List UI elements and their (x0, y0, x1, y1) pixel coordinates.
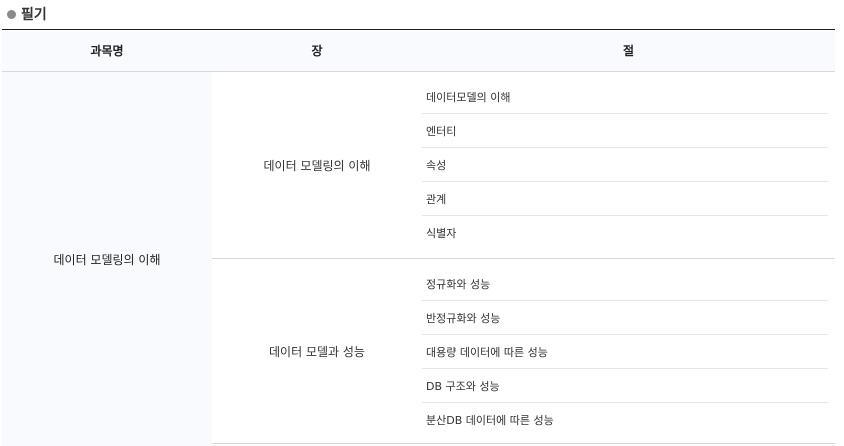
section-item: 데이터모델의 이해 (422, 80, 828, 114)
chapter-label: 데이터 모델과 성능 (269, 344, 365, 359)
section-item: 대용량 데이터에 따른 성능 (422, 335, 828, 369)
column-header-subject: 과목명 (90, 44, 124, 58)
section-list: 데이터모델의 이해 엔터티 속성 관계 식별자 (422, 80, 828, 250)
chapter-row: 데이터 모델링의 이해 데이터모델의 이해 엔터티 속성 관계 식별자 (212, 72, 835, 259)
bullet-icon (7, 9, 16, 19)
section-item: 반정규화와 성능 (422, 301, 828, 335)
curriculum-table: 과목명 장 절 데이터 모델링의 이해 데이터 모델링의 이해 데이터모델의 이… (2, 29, 835, 446)
section-item: 식별자 (426, 227, 457, 240)
section-item: 분산DB 데이터에 따른 성능 (426, 414, 554, 427)
section-item: 정규화와 성능 (422, 267, 828, 301)
section-item: 관계 (422, 182, 828, 216)
table-header: 과목명 장 절 (2, 30, 835, 72)
section-item: 속성 (422, 148, 828, 182)
column-header-section: 절 (622, 44, 635, 58)
subject-cell: 데이터 모델링의 이해 (2, 72, 212, 446)
chapter-label: 데이터 모델링의 이해 (263, 158, 371, 173)
section-title: 필기 (21, 7, 47, 23)
section-list: 정규화와 성능 반정규화와 성능 대용량 데이터에 따른 성능 DB 구조와 성… (422, 267, 828, 437)
section-header: 필기 (7, 4, 47, 24)
section-item: DB 구조와 성능 (422, 369, 828, 403)
section-item: 엔터티 (422, 114, 828, 148)
column-header-chapter: 장 (311, 44, 323, 58)
chapter-row: 데이터 모델과 성능 정규화와 성능 반정규화와 성능 대용량 데이터에 따른 … (212, 259, 835, 444)
